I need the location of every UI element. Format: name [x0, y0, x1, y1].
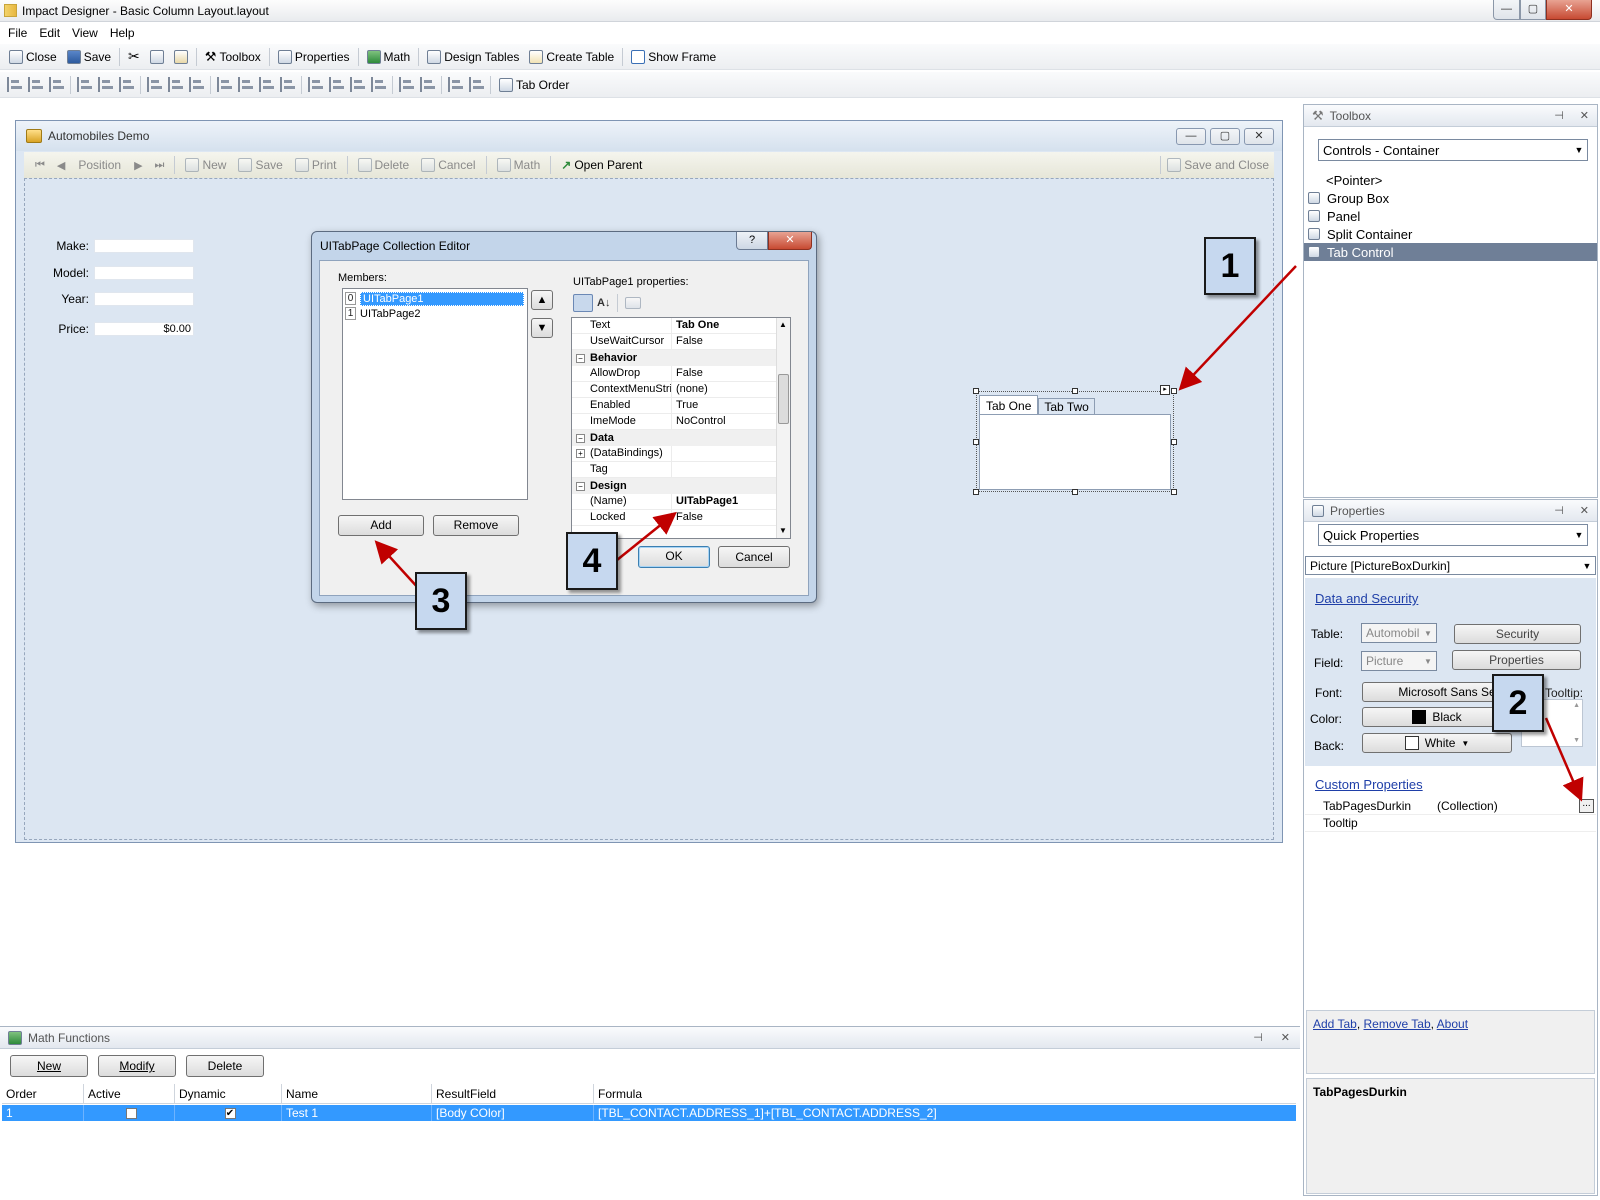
callout-2: 2 [1492, 674, 1544, 732]
callout-3: 3 [415, 572, 467, 630]
callout-4: 4 [566, 532, 618, 590]
arrow-3 [374, 540, 421, 591]
callout-1: 1 [1204, 237, 1256, 295]
arrow-4 [616, 511, 677, 561]
arrow-2 [1544, 717, 1584, 802]
annotation-arrows [374, 265, 1584, 802]
